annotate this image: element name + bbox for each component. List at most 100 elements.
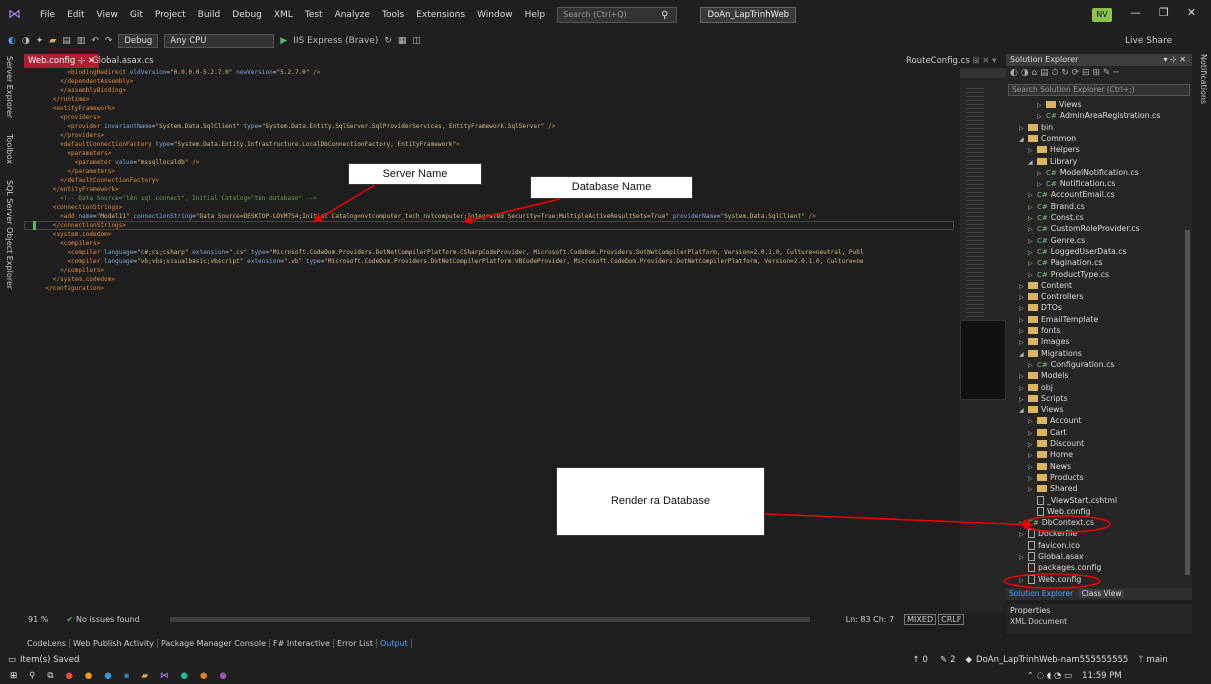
tree-item[interactable]: Web.config [1028, 506, 1090, 518]
layout-icon[interactable]: ◫ [412, 36, 421, 46]
menu-view[interactable]: View [91, 10, 124, 20]
changes-count[interactable]: 2 [950, 655, 955, 665]
tree-item[interactable]: ▷ Views [1037, 99, 1082, 111]
tree-item[interactable]: ◢ Views [1019, 404, 1064, 416]
minimap-viewport[interactable] [960, 320, 1006, 400]
branch-name[interactable]: main [1146, 655, 1167, 665]
close-icon[interactable]: ✕ [1187, 6, 1196, 19]
taskbar-app-icon[interactable]: ▰ [141, 671, 148, 681]
clock[interactable]: 11:59 PM [1082, 671, 1122, 681]
tray-icons[interactable]: ⌃ ◌ ◖ ◔ ▭ [1027, 671, 1072, 681]
tree-item[interactable]: ▷ News [1028, 461, 1071, 473]
menu-edit[interactable]: Edit [61, 10, 90, 20]
repo-icon[interactable]: ◆ [966, 655, 973, 665]
tree-item[interactable]: ▷ Content [1019, 280, 1072, 292]
tree-item[interactable]: ▷ bin [1019, 122, 1053, 134]
tree-item[interactable]: ▷ Discount [1028, 438, 1084, 450]
tree-item[interactable]: ▷ C# Genre.cs [1028, 235, 1085, 247]
tree-item[interactable]: ▷ C# ModelNotification.cs [1037, 167, 1139, 179]
menu-debug[interactable]: Debug [226, 10, 268, 20]
tree-item[interactable]: ◢ Migrations [1019, 348, 1082, 360]
eol-indicator[interactable]: CRLF [938, 614, 965, 625]
taskbar-vs-icon[interactable]: ⋈ [160, 671, 169, 681]
tab-error-list[interactable]: Error List [334, 638, 377, 648]
tab-class-view[interactable]: Class View [1078, 589, 1125, 598]
solution-scrollbar[interactable] [1185, 230, 1190, 575]
minimize-icon[interactable]: — [1130, 6, 1141, 19]
tab-codelens[interactable]: CodeLens [24, 638, 70, 648]
tab-package-manager-console[interactable]: Package Manager Console [158, 638, 271, 648]
taskbar-app-icon[interactable]: ● [85, 671, 92, 681]
tab-output[interactable]: Output [377, 638, 412, 648]
tree-item[interactable]: ◢ Common [1019, 133, 1076, 145]
solution-search-input[interactable]: Search Solution Explorer (Ctrl+;) [1008, 84, 1190, 96]
menu-xml[interactable]: XML [268, 10, 299, 20]
tree-item[interactable]: ▷ Dockerfile [1019, 528, 1077, 540]
undo-icon[interactable]: ↶ [91, 36, 99, 46]
branch-icon[interactable]: ᛘ [1138, 655, 1143, 665]
tree-item[interactable]: ▷ obj [1019, 382, 1053, 394]
tree-item[interactable]: ▷ C# Brand.cs [1028, 201, 1085, 213]
server-explorer-tab[interactable]: Server Explorer [5, 56, 14, 118]
back-icon[interactable]: ◐ [8, 36, 16, 46]
tree-item[interactable]: ▷ Models [1019, 370, 1068, 382]
search-icon[interactable]: ⚲ [661, 10, 668, 21]
notifications-tab[interactable]: Notifications [1196, 54, 1211, 154]
open-folder-icon[interactable]: ▰ [49, 36, 56, 46]
issues-status[interactable]: No issues found [76, 615, 140, 624]
expanded-arrow-icon[interactable]: ◢ [1019, 405, 1028, 417]
code-editor[interactable]: <bindingRedirect oldVersion="0.0.0.0-5.2… [24, 68, 960, 613]
minimap[interactable] [960, 68, 1006, 613]
encoding-indicator[interactable]: MIXED [904, 614, 937, 625]
menu-project[interactable]: Project [149, 10, 192, 20]
tree-item[interactable]: ▷ Scripts [1019, 393, 1068, 405]
horizontal-scrollbar[interactable] [169, 617, 810, 622]
windows-start-icon[interactable]: ⊞ [10, 671, 17, 681]
search-input[interactable]: Search (Ctrl+Q) [557, 7, 678, 23]
minimap-scroll-up[interactable] [960, 68, 1006, 78]
tree-item[interactable]: ▷ Images [1019, 336, 1069, 348]
tree-item[interactable]: ▷ Helpers [1028, 144, 1080, 156]
tree-item[interactable]: ▷ Cart [1028, 427, 1067, 439]
taskbar-app-icon[interactable]: ● [200, 671, 207, 681]
task-view-icon[interactable]: ⧉ [47, 671, 53, 681]
save-icon[interactable]: ▤ [62, 36, 71, 46]
tree-item[interactable]: ▷ C# Const.cs [1028, 212, 1084, 224]
menu-extensions[interactable]: Extensions [410, 10, 471, 20]
solution-tool-icons[interactable]: ◐ ◑ ⌂ ▤ ⏱ ↻ ⟳ ⊟ ⊞ ✎ ─ [1010, 68, 1119, 78]
tab-global-asax[interactable]: Global.asax.cs [88, 54, 158, 68]
taskbar-app-icon[interactable]: ▪ [124, 671, 130, 681]
pencil-icon[interactable]: ✎ [940, 655, 947, 665]
repo-name[interactable]: DoAn_LapTrinhWeb-nam555555555 [976, 655, 1128, 665]
pin-icon[interactable]: ⊹ [78, 56, 85, 66]
tree-item[interactable]: ◢ Library [1028, 156, 1077, 168]
forward-icon[interactable]: ◑ [22, 36, 30, 46]
tree-item[interactable]: ▷ Controllers [1019, 291, 1083, 303]
new-item-icon[interactable]: ✦ [36, 36, 44, 46]
menu-tools[interactable]: Tools [376, 10, 410, 20]
refresh-icon[interactable]: ↻ [384, 36, 392, 46]
save-all-icon[interactable]: ▥ [77, 36, 86, 46]
tree-item[interactable]: ▷ C# Notification.cs [1037, 178, 1115, 190]
menu-git[interactable]: Git [124, 10, 149, 20]
tree-item[interactable]: ▷ EmailTemplate [1019, 314, 1098, 326]
zoom-level[interactable]: 91 % [24, 615, 66, 624]
tree-item[interactable]: ▷ Account [1028, 415, 1081, 427]
tree-item[interactable]: packages.config [1019, 562, 1101, 574]
tree-item[interactable]: ▷ DTOs [1019, 302, 1062, 314]
tree-item[interactable]: ▷ C# LoggedUserData.cs [1028, 246, 1127, 258]
tree-item[interactable]: ▷ C# ProductType.cs [1028, 269, 1109, 281]
collapsed-arrow-icon[interactable]: ▷ [1019, 575, 1028, 587]
taskbar-app-icon[interactable]: ● [181, 671, 188, 681]
tree-item[interactable]: ▷ fonts [1019, 325, 1061, 337]
expanded-arrow-icon[interactable]: ◢ [1028, 157, 1037, 169]
menu-analyze[interactable]: Analyze [329, 10, 376, 20]
taskbar-app-icon[interactable]: ● [104, 671, 111, 681]
taskbar-app-icon[interactable]: ● [219, 671, 226, 681]
tree-item[interactable]: ▷ C# Pagination.cs [1028, 257, 1103, 269]
tab-web-publish-activity[interactable]: Web Publish Activity [70, 638, 158, 648]
tree-item[interactable]: ▷ C# Configuration.cs [1028, 359, 1114, 371]
taskbar-app-icon[interactable]: ● [65, 671, 72, 681]
tree-item[interactable]: ▷ C# AdminAreaRegistration.cs [1037, 110, 1160, 122]
tab-route-config[interactable]: RouteConfig.cs ⊞ ✕ ▾ ⚙ [902, 54, 1006, 80]
